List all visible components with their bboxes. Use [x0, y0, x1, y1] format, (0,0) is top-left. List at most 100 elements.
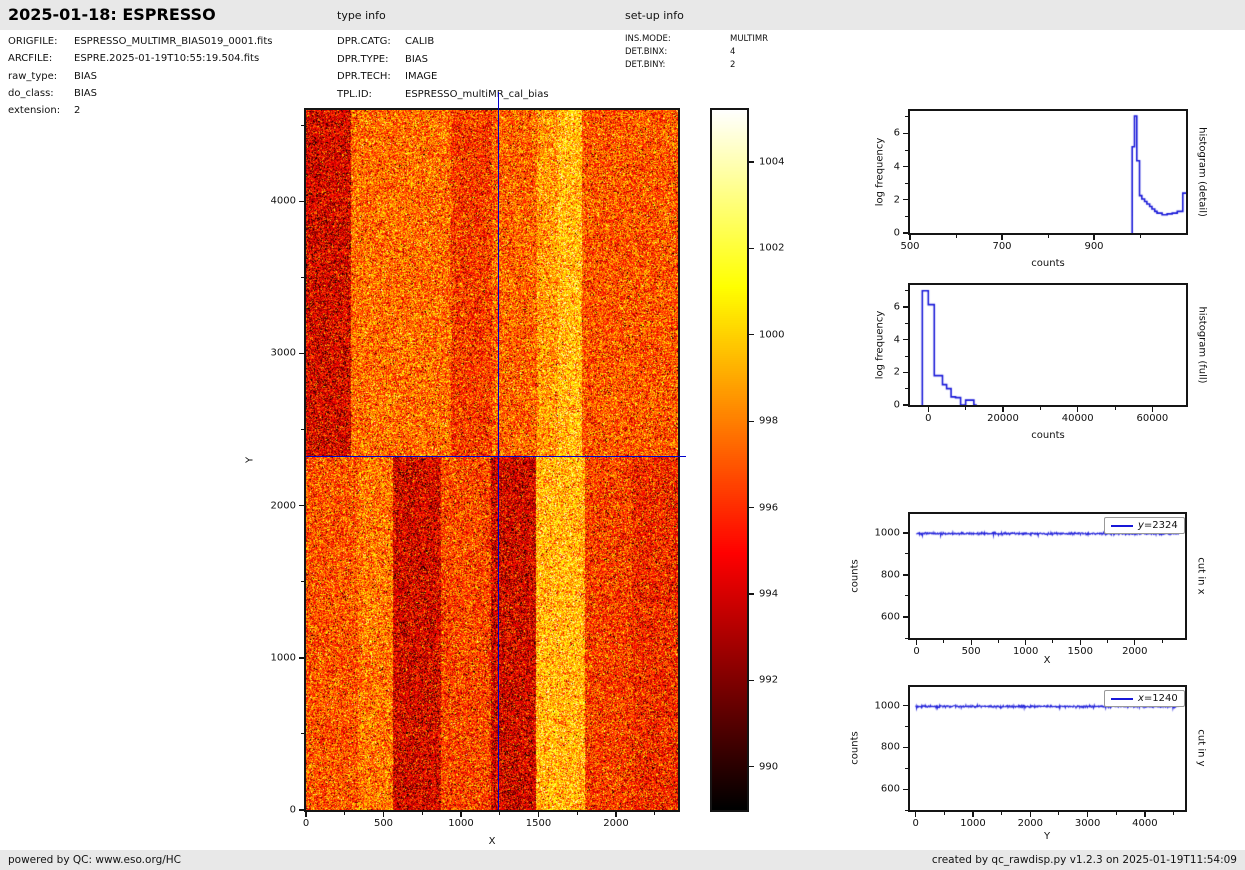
tick-mark	[943, 640, 945, 643]
tick-label: 0	[302, 818, 310, 829]
qc-rawdisp-report: 2025-01-18: ESPRESSO type info set-up in…	[0, 0, 1245, 870]
tick-label: 700	[992, 241, 1012, 252]
tick-label: 2000	[270, 500, 296, 512]
tick-label: 0	[289, 804, 296, 816]
tick-mark	[903, 132, 908, 135]
cut-in-y-legend: x=1240	[1104, 690, 1185, 707]
tick-mark	[915, 812, 917, 817]
file-info-label: extension:	[8, 105, 61, 117]
tick-mark	[299, 809, 304, 811]
type-info-row: DPR.CATG: CALIB	[337, 33, 549, 51]
tick-mark	[301, 733, 304, 735]
crosshair-vertical-line	[497, 92, 499, 810]
tick-mark	[749, 247, 754, 249]
tick-mark	[903, 404, 908, 406]
setup-info-value: 2	[730, 60, 736, 70]
file-info-label: ORIGFILE:	[8, 36, 58, 47]
tick-mark	[943, 812, 945, 815]
tick-mark	[537, 812, 540, 817]
tick-label: 1000	[448, 818, 474, 829]
tick-mark	[903, 574, 908, 576]
tick-mark	[301, 429, 304, 431]
tick-mark	[344, 812, 346, 815]
tick-label: 1500	[1067, 646, 1093, 657]
tick-label: 998	[759, 415, 779, 427]
histogram-detail-title: histogram (detail)	[1196, 127, 1208, 217]
file-info-row: do_class: BIAS	[8, 85, 272, 102]
tick-mark	[615, 812, 617, 817]
tick-mark	[1047, 235, 1049, 238]
colorbar-gradient	[712, 110, 747, 810]
tick-mark	[1107, 640, 1109, 643]
tick-mark	[915, 640, 918, 645]
tick-mark	[382, 812, 385, 817]
type-info-label: DPR.TYPE:	[337, 53, 389, 65]
tick-mark	[1052, 640, 1054, 643]
tick-label: 992	[759, 674, 779, 686]
tick-label: 0	[925, 413, 932, 424]
tick-mark	[1039, 407, 1041, 410]
tick-label: 3000	[1074, 818, 1101, 829]
tick-mark	[903, 199, 908, 201]
tick-label: 1500	[525, 818, 552, 829]
tick-mark	[301, 581, 304, 583]
tick-mark	[749, 766, 754, 768]
setup-info-label: INS.MODE:	[625, 34, 671, 44]
setup-info-heading: set-up info	[625, 9, 684, 22]
setup-info-row: INS.MODE: MULTIMR	[625, 33, 768, 46]
tick-mark	[1002, 407, 1004, 412]
tick-mark	[1134, 640, 1136, 645]
tick-label: 990	[759, 761, 779, 773]
tick-label: 800	[880, 741, 900, 753]
file-info-value: ESPRESSO_MULTIMR_BIAS019_0001.fits	[74, 36, 273, 47]
cut-in-x-xlabel: X	[1043, 655, 1051, 666]
tick-mark	[905, 767, 908, 769]
tick-mark	[299, 505, 304, 507]
tick-mark	[909, 235, 911, 240]
colorbar	[710, 108, 749, 812]
main-image-plot	[304, 108, 680, 812]
tick-label: 3000	[270, 347, 296, 359]
tick-mark	[1151, 407, 1154, 412]
tick-label: 0	[912, 818, 919, 829]
file-info-row: extension: 2	[8, 102, 272, 119]
crosshair-horizontal-line	[306, 455, 686, 458]
tick-label: 6	[893, 127, 900, 139]
tick-mark	[905, 355, 908, 357]
histogram-detail-plot	[908, 109, 1188, 235]
setup-info-value: MULTIMR	[730, 34, 769, 44]
tick-mark	[299, 657, 304, 659]
tick-mark	[1173, 812, 1175, 815]
histogram-detail-xlabel: counts	[1031, 258, 1065, 269]
tick-mark	[1093, 235, 1095, 240]
tick-mark	[749, 334, 754, 336]
file-info-row: ARCFILE: ESPRE.2025-01-19T10:55:19.504.fi…	[8, 50, 272, 67]
type-info-row: TPL.ID: ESPRESSO_multiMR_cal_bias	[337, 86, 549, 104]
tick-mark	[905, 553, 908, 555]
footer-right-text: created by qc_rawdisp.py v1.2.3 on 2025-…	[931, 854, 1237, 866]
tick-mark	[905, 149, 908, 151]
type-info-value: BIAS	[405, 53, 428, 65]
tick-label: 500	[900, 241, 920, 252]
type-info-row: DPR.TECH: IMAGE	[337, 68, 549, 86]
tick-mark	[1001, 235, 1003, 240]
legend-label: x=1240	[1138, 693, 1178, 704]
tick-mark	[927, 407, 929, 412]
tick-mark	[905, 809, 908, 811]
footer-bar: powered by QC: www.eso.org/HC created by…	[0, 850, 1245, 870]
file-info-value: ESPRE.2025-01-19T10:55:19.504.fits	[74, 53, 260, 65]
tick-label: 4	[893, 161, 900, 173]
tick-mark	[1001, 812, 1003, 815]
file-info-row: ORIGFILE: ESPRESSO_MULTIMR_BIAS019_0001.f…	[8, 33, 272, 50]
tick-label: 800	[880, 569, 900, 581]
tick-mark	[905, 637, 908, 639]
tick-label: 0	[893, 399, 900, 411]
tick-mark	[1079, 640, 1081, 645]
tick-mark	[749, 420, 754, 422]
tick-mark	[905, 116, 908, 118]
cut-in-y-xlabel: Y	[1043, 831, 1051, 842]
tick-mark	[305, 812, 307, 817]
tick-mark	[903, 705, 908, 707]
tick-mark	[1029, 812, 1031, 817]
type-info-label: DPR.TECH:	[337, 71, 391, 82]
